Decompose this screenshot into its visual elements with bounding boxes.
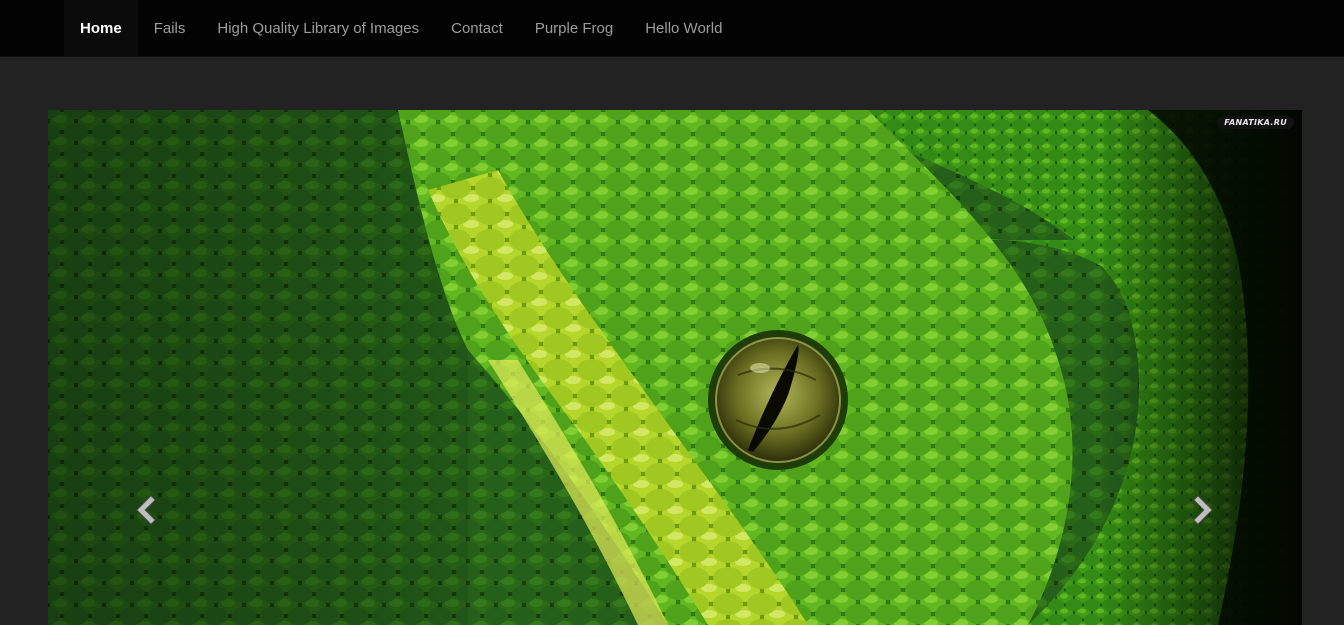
carousel-next-button[interactable] — [1184, 490, 1224, 530]
nav-item-purple-frog[interactable]: Purple Frog — [519, 0, 629, 56]
top-navbar: Home Fails High Quality Library of Image… — [0, 0, 1344, 57]
image-carousel: FANATIKA.RU — [48, 110, 1302, 625]
nav-item-home[interactable]: Home — [64, 0, 138, 56]
chevron-left-icon — [136, 495, 156, 525]
nav-item-hello-world[interactable]: Hello World — [629, 0, 738, 56]
nav-item-image-library[interactable]: High Quality Library of Images — [201, 0, 435, 56]
nav-menu: Home Fails High Quality Library of Image… — [64, 0, 738, 56]
carousel-slide-image — [48, 110, 1302, 625]
chevron-right-icon — [1193, 495, 1213, 525]
nav-item-contact[interactable]: Contact — [435, 0, 519, 56]
carousel-prev-button[interactable] — [125, 490, 165, 530]
watermark-badge: FANATIKA.RU — [1217, 116, 1294, 129]
nav-item-fails[interactable]: Fails — [138, 0, 202, 56]
